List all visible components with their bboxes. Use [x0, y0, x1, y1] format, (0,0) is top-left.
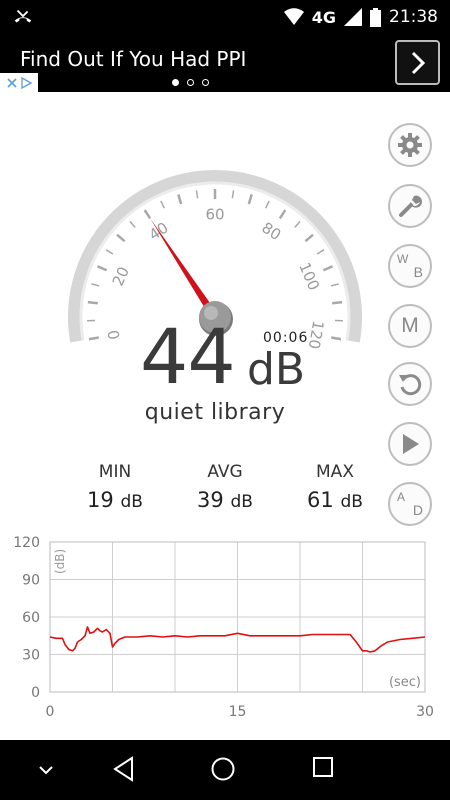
y-tick-label: 120 — [13, 535, 40, 551]
pager-dot — [172, 79, 179, 86]
gauge-tick — [231, 190, 235, 199]
y-axis-label: (dB) — [53, 549, 67, 574]
gauge-tick — [116, 233, 126, 243]
pager-dot — [202, 79, 209, 86]
ad-toggle-button[interactable]: A D — [388, 482, 432, 526]
gauge-tick — [143, 209, 152, 220]
gauge-tick — [195, 190, 199, 199]
gear-icon — [398, 133, 422, 157]
stat-avg-unit: dB — [230, 492, 253, 512]
ad-text[interactable]: Find Out If You Had PPI — [20, 47, 246, 71]
gauge-label: 100 — [295, 260, 323, 293]
status-bar: 4G 21:38 — [0, 0, 450, 34]
nav-bar — [0, 740, 450, 800]
settings-button[interactable] — [388, 123, 432, 167]
y-tick-label: 60 — [22, 610, 40, 626]
ad-next-button[interactable] — [395, 40, 440, 85]
clock: 21:38 — [389, 7, 438, 27]
wrench-icon — [399, 195, 422, 217]
gauge-label: 60 — [205, 206, 224, 224]
gauge-tick — [330, 336, 342, 341]
missed-call-icon — [14, 9, 32, 23]
gauge-tick — [105, 249, 114, 255]
ad-banner[interactable]: Find Out If You Had PPI — [0, 34, 450, 92]
stat-avg-value: 39 — [197, 488, 224, 512]
gauge-tick — [91, 283, 100, 287]
gauge-label: 20 — [109, 264, 133, 289]
stat-min: MIN 19 dB — [60, 462, 170, 512]
gauge-tick — [177, 194, 183, 205]
gauge-tick — [332, 300, 343, 305]
stat-min-unit: dB — [120, 492, 143, 512]
wb-icon-bottom: B — [413, 264, 423, 280]
ad-icon-bottom: D — [412, 502, 423, 518]
gauge-tick — [304, 233, 314, 243]
stat-max-unit: dB — [340, 492, 363, 512]
pager-dot — [187, 79, 194, 86]
battery-icon — [370, 7, 381, 27]
noise-description: quiet library — [144, 400, 286, 425]
stat-avg: AVG 39 dB — [170, 462, 280, 512]
gauge-tick — [278, 209, 287, 220]
y-tick-label: 30 — [22, 648, 40, 664]
wb-icon-top: W — [397, 252, 409, 266]
reset-button[interactable] — [388, 362, 432, 406]
play-icon — [403, 434, 419, 454]
chevron-right-icon — [411, 51, 425, 74]
adchoices-icon[interactable] — [20, 76, 32, 89]
play-button[interactable] — [388, 422, 432, 466]
ad-icon-top: A — [397, 490, 406, 504]
stats-row: MIN 19 dB AVG 39 dB MAX 61 dB — [60, 462, 390, 512]
memory-button[interactable]: M — [388, 304, 432, 348]
m-icon: M — [401, 314, 419, 337]
stat-min-value-row: 19 dB — [60, 488, 170, 512]
signal-icon — [344, 8, 362, 26]
gauge-tick — [294, 220, 301, 228]
level-history-chart: 0 30 60 90 120 0 15 30 (dB) (sec) — [13, 535, 434, 720]
stat-avg-value-row: 39 dB — [170, 488, 280, 512]
stat-max-label: MAX — [316, 462, 354, 482]
meter-screen: 020406080100120 00:06 44 dB quiet librar… — [0, 92, 450, 740]
gauge-tick — [129, 220, 136, 228]
stat-max: MAX 61 dB — [280, 462, 390, 512]
weighting-button[interactable]: W B — [388, 244, 432, 288]
gauge-tick — [96, 265, 108, 272]
y-tick-label: 90 — [22, 573, 40, 589]
calibrate-button[interactable] — [388, 184, 432, 228]
wifi-icon — [283, 8, 304, 25]
stat-min-value: 19 — [87, 488, 114, 512]
wb-icon: W B — [395, 251, 425, 281]
db-reading: 44 — [140, 312, 236, 401]
ad-pager — [172, 79, 209, 86]
gauge-tick — [316, 249, 325, 255]
x-axis-label: (sec) — [389, 675, 421, 690]
home-icon[interactable] — [210, 756, 236, 782]
gauge-label: 80 — [258, 219, 284, 245]
back-icon[interactable] — [112, 756, 136, 782]
reset-icon — [399, 374, 422, 396]
gauge-tick — [265, 200, 270, 209]
x-tick-label: 30 — [416, 704, 434, 720]
stat-avg-label: AVG — [207, 462, 243, 482]
gauge-tick — [322, 265, 334, 272]
x-tick-label: 0 — [46, 704, 55, 720]
stat-max-value-row: 61 dB — [280, 488, 390, 512]
gauge-tick — [160, 200, 165, 209]
gauge-tick — [87, 300, 98, 305]
db-unit: dB — [247, 344, 306, 395]
x-tick-label: 15 — [229, 704, 247, 720]
gauge-tick — [247, 194, 253, 205]
gauge-label: 0 — [104, 329, 123, 342]
stat-max-value: 61 — [307, 488, 334, 512]
network-type: 4G — [311, 7, 336, 27]
recents-icon[interactable] — [312, 756, 334, 778]
gauge-tick — [330, 283, 339, 287]
chevron-down-icon[interactable] — [38, 764, 54, 776]
gauge-tick — [88, 336, 100, 341]
y-tick-label: 0 — [31, 685, 40, 701]
stat-min-label: MIN — [98, 462, 132, 482]
ad-icon: A D — [395, 489, 425, 519]
adchoices-badge[interactable] — [0, 73, 38, 92]
adchoices-close-icon[interactable] — [6, 77, 17, 88]
